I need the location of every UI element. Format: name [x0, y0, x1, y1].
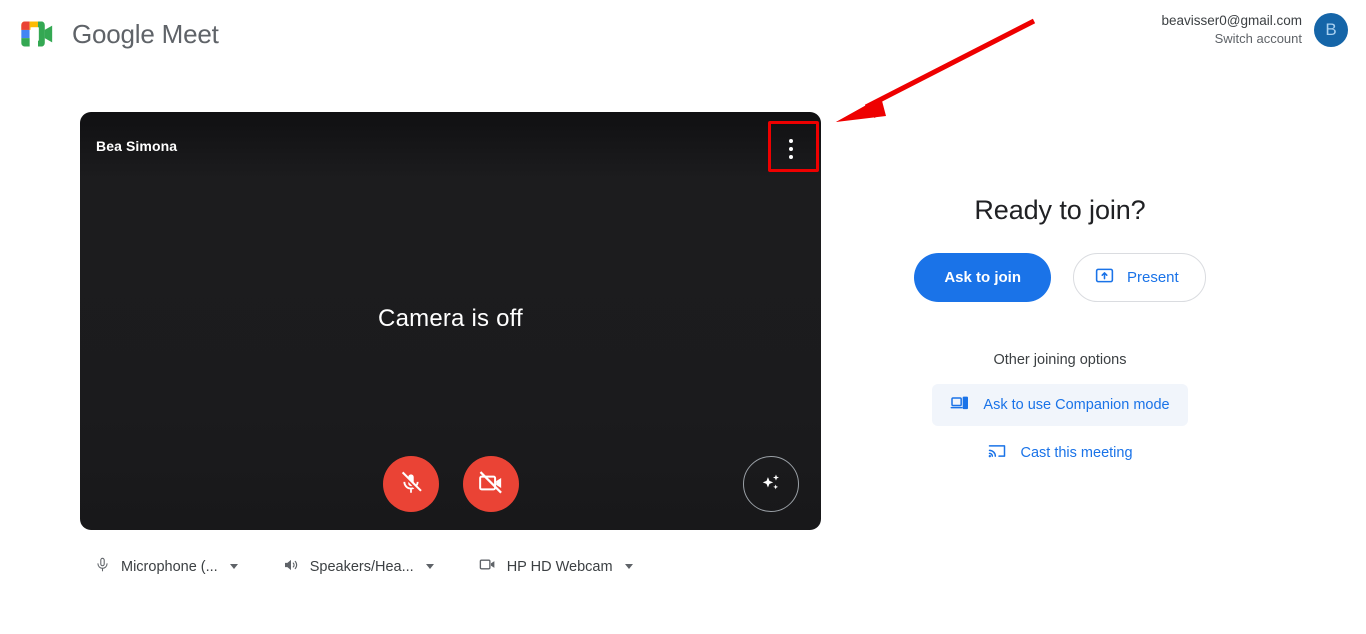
self-view-name: Bea Simona	[96, 138, 178, 154]
visual-effects-button[interactable]	[743, 456, 799, 512]
device-selector-row: Microphone (... Speakers/Hea... HP HD We…	[86, 549, 641, 584]
camera-selector-label: HP HD Webcam	[506, 558, 613, 575]
companion-devices-icon	[950, 393, 970, 417]
cast-icon	[987, 441, 1007, 465]
preview-controls	[80, 456, 821, 512]
chevron-down-icon	[624, 564, 633, 569]
more-vert-icon	[789, 139, 793, 159]
present-screen-icon	[1094, 265, 1115, 290]
join-actions: Ask to join Present	[914, 253, 1206, 302]
google-meet-prejoin-page: Google Meet beavisser0@gmail.com Switch …	[0, 0, 1366, 634]
microphone-selector-label: Microphone (...	[121, 558, 218, 575]
other-joining-options-title: Other joining options	[993, 352, 1127, 368]
speaker-icon	[282, 556, 300, 578]
microphone-muted-icon	[398, 470, 424, 499]
account-info: beavisser0@gmail.com Switch account	[1161, 12, 1302, 48]
video-camera-icon	[478, 555, 497, 578]
speaker-selector[interactable]: Speakers/Hea...	[274, 550, 442, 584]
app-header-left: Google Meet	[18, 16, 219, 52]
chevron-down-icon	[229, 564, 238, 569]
brand-google: Google	[72, 18, 155, 49]
cast-meeting-option[interactable]: Cast this meeting	[969, 432, 1150, 474]
account-email: beavisser0@gmail.com	[1161, 13, 1302, 28]
sparkle-effects-icon	[758, 470, 784, 499]
google-meet-logo-icon	[18, 16, 58, 52]
toggle-microphone-button[interactable]	[382, 456, 439, 512]
microphone-icon	[94, 556, 111, 577]
speaker-selector-label: Speakers/Hea...	[309, 558, 414, 575]
ask-to-join-button[interactable]: Ask to join	[914, 253, 1051, 302]
brand-product: Meet	[161, 18, 219, 49]
camera-selector[interactable]: HP HD Webcam	[470, 549, 641, 584]
camera-status-text: Camera is off	[378, 305, 523, 332]
video-preview-panel: Bea Simona Camera is off	[80, 112, 821, 530]
companion-mode-label: Ask to use Companion mode	[983, 397, 1170, 413]
present-button-label: Present	[1126, 269, 1179, 286]
page-title: Ready to join?	[974, 195, 1146, 225]
toggle-camera-button[interactable]	[462, 456, 519, 512]
brand-title: Google Meet	[72, 19, 219, 50]
avatar[interactable]: B	[1314, 12, 1348, 47]
switch-account-link[interactable]: Switch account	[1161, 30, 1302, 48]
chevron-down-icon	[425, 564, 434, 569]
app-header-right: beavisser0@gmail.com Switch account B	[1161, 12, 1348, 48]
cast-meeting-label: Cast this meeting	[1020, 445, 1133, 461]
join-panel: Ready to join? Ask to join Present Other…	[855, 195, 1265, 474]
companion-mode-option[interactable]: Ask to use Companion mode	[932, 384, 1188, 426]
present-button[interactable]: Present	[1072, 253, 1206, 302]
microphone-selector[interactable]: Microphone (...	[86, 550, 246, 583]
more-options-button[interactable]	[766, 124, 816, 174]
camera-muted-icon	[477, 469, 505, 500]
